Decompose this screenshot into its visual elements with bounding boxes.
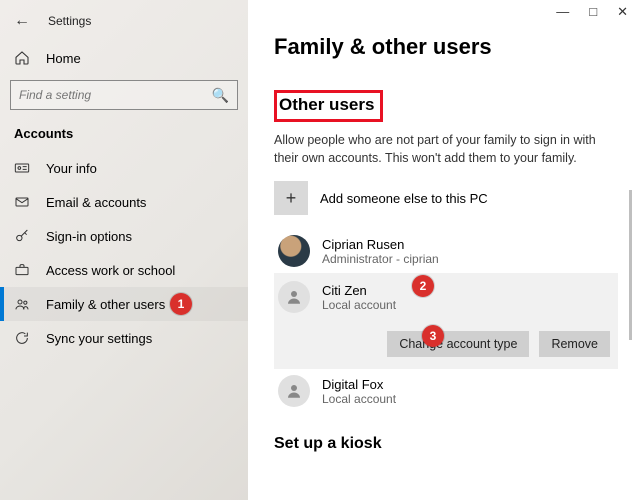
key-icon (14, 228, 30, 244)
user-row[interactable]: Ciprian Rusen Administrator - ciprian (274, 229, 618, 273)
annotation-badge-3: 3 (422, 325, 444, 347)
avatar (278, 235, 310, 267)
plus-icon: + (274, 181, 308, 215)
people-icon (14, 296, 30, 312)
kiosk-heading: Set up a kiosk (274, 435, 618, 453)
user-row[interactable]: Citi Zen Local account 2 (274, 273, 618, 321)
section-description: Allow people who are not part of your fa… (274, 132, 614, 167)
window-title: Settings (48, 14, 91, 28)
sidebar-item-label: Email & accounts (46, 195, 146, 210)
search-icon: 🔍 (212, 87, 229, 104)
sidebar-item-family[interactable]: Family & other users 1 (0, 287, 248, 321)
id-card-icon (14, 160, 30, 176)
user-subtitle: Administrator - ciprian (322, 252, 505, 266)
user-subtitle: Local account (322, 298, 396, 312)
sidebar-item-sync[interactable]: Sync your settings (0, 321, 248, 355)
scrollbar[interactable] (629, 190, 632, 340)
sidebar-item-work[interactable]: Access work or school (0, 253, 248, 287)
home-icon (14, 50, 30, 66)
user-name: Digital Fox (322, 377, 396, 392)
sidebar-item-label: Family & other users (46, 297, 165, 312)
back-button[interactable]: ← (10, 12, 34, 30)
sidebar-home[interactable]: Home (0, 42, 248, 74)
user-name: Ciprian Rusen (322, 237, 505, 252)
sidebar-item-label: Sign-in options (46, 229, 132, 244)
user-name: Citi Zen (322, 283, 396, 298)
briefcase-icon (14, 262, 30, 278)
person-icon (285, 382, 303, 400)
sidebar-item-label: Access work or school (46, 263, 175, 278)
remove-account-button[interactable]: Remove (539, 331, 610, 357)
mail-icon (14, 194, 30, 210)
sidebar-item-email[interactable]: Email & accounts (0, 185, 248, 219)
avatar (278, 281, 310, 313)
sidebar-item-your-info[interactable]: Your info (0, 151, 248, 185)
main-panel: Family & other users Other users Allow p… (248, 0, 634, 500)
sidebar-item-label: Your info (46, 161, 97, 176)
annotation-badge-1: 1 (170, 293, 192, 315)
user-row[interactable]: Digital Fox Local account (274, 369, 618, 413)
annotation-badge-2: 2 (412, 275, 434, 297)
sidebar-item-label: Sync your settings (46, 331, 152, 346)
add-user-label: Add someone else to this PC (320, 191, 488, 206)
add-user-button[interactable]: + Add someone else to this PC (274, 181, 618, 215)
sync-icon (14, 330, 30, 346)
home-label: Home (46, 51, 81, 66)
page-heading: Family & other users (274, 34, 618, 60)
sidebar-item-signin[interactable]: Sign-in options (0, 219, 248, 253)
settings-sidebar: ← Settings Home 🔍 Accounts Your info Ema… (0, 0, 248, 500)
person-icon (285, 288, 303, 306)
search-box[interactable]: 🔍 (10, 80, 238, 110)
user-subtitle: Local account (322, 392, 396, 406)
other-users-heading: Other users (274, 90, 383, 122)
change-account-type-button[interactable]: Change account type (387, 331, 529, 357)
user-actions: 3 Change account type Remove (274, 321, 618, 369)
avatar (278, 375, 310, 407)
search-input[interactable] (19, 88, 212, 102)
sidebar-section-heading: Accounts (0, 120, 248, 151)
